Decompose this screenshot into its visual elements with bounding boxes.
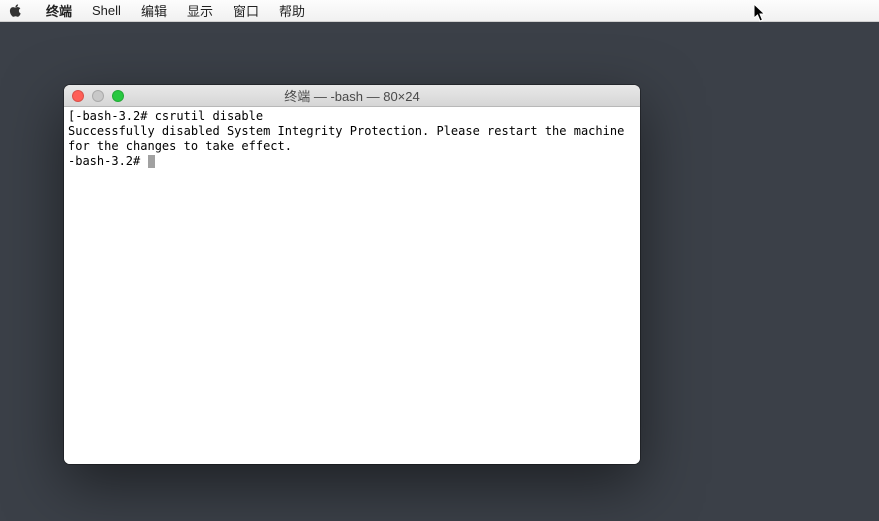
mouse-cursor-icon (754, 4, 768, 22)
window-titlebar[interactable]: 终端 — -bash — 80×24 (64, 85, 640, 107)
window-controls (64, 90, 124, 102)
menu-app-name[interactable]: 终端 (36, 1, 82, 20)
terminal-window[interactable]: 终端 — -bash — 80×24 [-bash-3.2# csrutil d… (64, 85, 640, 464)
close-button[interactable] (72, 90, 84, 102)
menu-view[interactable]: 显示 (177, 1, 223, 20)
shell-command: csrutil disable (147, 109, 263, 123)
terminal-content[interactable]: [-bash-3.2# csrutil disableSuccessfully … (64, 107, 640, 464)
window-title: 终端 — -bash — 80×24 (64, 86, 640, 105)
desktop-background: 终端 — -bash — 80×24 [-bash-3.2# csrutil d… (0, 22, 879, 521)
zoom-button[interactable] (112, 90, 124, 102)
shell-prompt: -bash-3.2# (68, 154, 147, 168)
menu-help[interactable]: 帮助 (269, 1, 315, 20)
terminal-output: Successfully disabled System Integrity P… (68, 124, 636, 154)
shell-prompt: [-bash-3.2# (68, 109, 147, 123)
menu-window[interactable]: 窗口 (223, 1, 269, 20)
menu-edit[interactable]: 编辑 (131, 1, 177, 20)
menu-shell[interactable]: Shell (82, 3, 131, 18)
text-cursor-icon (148, 155, 155, 168)
terminal-line: [-bash-3.2# csrutil disable (68, 109, 636, 124)
terminal-line: -bash-3.2# (68, 154, 636, 169)
system-menubar: 终端 Shell 编辑 显示 窗口 帮助 (0, 0, 879, 22)
apple-menu-icon[interactable] (8, 4, 22, 18)
minimize-button[interactable] (92, 90, 104, 102)
